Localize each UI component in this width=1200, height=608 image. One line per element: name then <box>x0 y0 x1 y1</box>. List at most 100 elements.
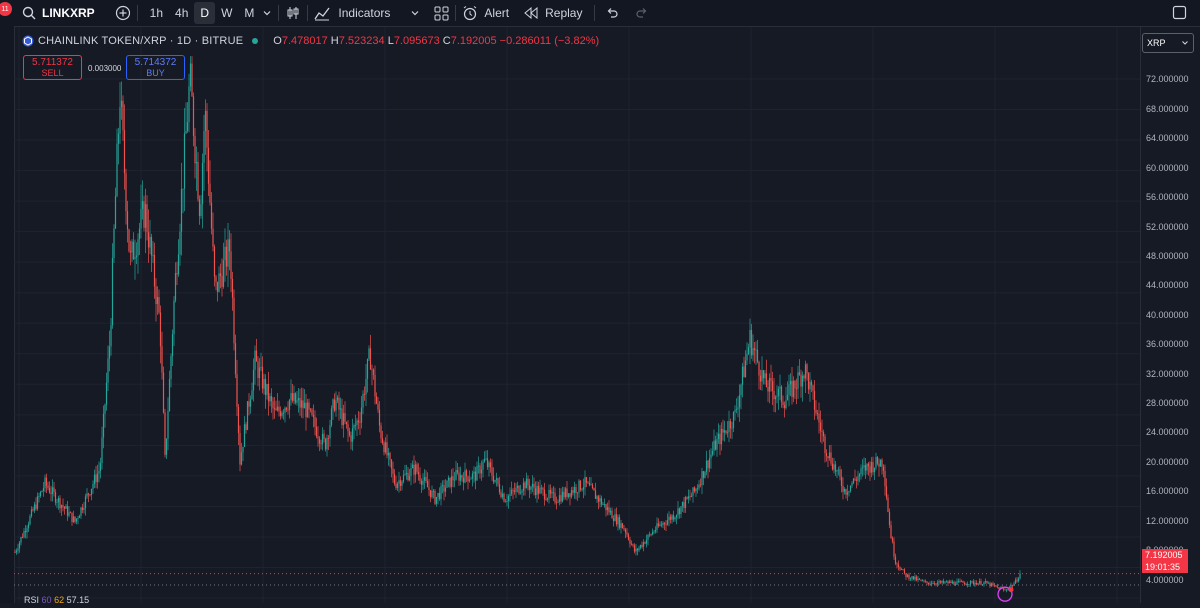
candle-body <box>440 486 442 500</box>
layouts-grid-icon[interactable] <box>434 6 449 21</box>
candle-body <box>113 228 115 258</box>
candle-body <box>108 346 111 359</box>
candle-body <box>99 463 102 471</box>
buy-button[interactable]: 5.714372 BUY <box>126 55 185 80</box>
interval-w-button[interactable]: W <box>215 2 238 24</box>
candle-body <box>917 578 919 581</box>
candle-body <box>443 485 445 492</box>
candle-body <box>140 208 142 229</box>
chart-area[interactable] <box>14 27 1140 603</box>
price-chart[interactable] <box>14 27 1140 603</box>
currency-select[interactable]: XRP <box>1142 33 1194 53</box>
candles-icon[interactable] <box>285 5 301 21</box>
interval-m-button[interactable]: M <box>238 2 260 24</box>
candle-body <box>620 523 622 528</box>
buy-price: 5.714372 <box>134 57 177 68</box>
candle-body <box>866 463 868 471</box>
candle-body <box>980 581 982 585</box>
candle-body <box>858 474 861 477</box>
candle-body <box>1005 589 1008 591</box>
candle-body <box>452 476 454 481</box>
candle-body <box>467 476 469 482</box>
candle-body <box>360 407 363 423</box>
candle-body <box>803 375 805 379</box>
candle-body <box>161 346 163 373</box>
indicators-button[interactable]: Indicators <box>332 2 396 24</box>
candle-body <box>641 545 643 547</box>
candle-body <box>35 504 37 509</box>
candle-body <box>783 404 786 409</box>
price-tick: 44.000000 <box>1146 280 1189 290</box>
redo-icon[interactable] <box>635 6 649 20</box>
candle-body <box>648 534 651 536</box>
candle-body <box>731 427 733 429</box>
replay-icon[interactable] <box>523 5 539 21</box>
candle-body <box>732 411 735 428</box>
candle-body <box>893 541 895 557</box>
candle-body <box>78 515 81 519</box>
rsi-legend: RSI 60 62 57.15 <box>24 595 89 605</box>
candle-body <box>626 532 628 535</box>
candle-body <box>86 493 88 497</box>
price-tick: 40.000000 <box>1146 310 1189 320</box>
replay-button[interactable]: Replay <box>539 2 588 24</box>
candle-body <box>32 509 34 511</box>
candle-body <box>684 497 687 509</box>
symbol-search-button[interactable]: LINKXRP <box>36 2 101 24</box>
alert-clock-icon[interactable] <box>462 5 478 21</box>
search-icon[interactable] <box>22 6 36 20</box>
candle-body <box>959 580 961 582</box>
notification-area[interactable]: 11 <box>0 2 16 24</box>
candle-body <box>332 399 334 409</box>
candle-body <box>761 370 763 382</box>
alert-button[interactable]: Alert <box>478 2 515 24</box>
candle-body <box>164 412 166 455</box>
candle-body <box>147 232 150 248</box>
candle-body <box>192 96 195 136</box>
candle-body <box>66 506 69 516</box>
undo-icon[interactable] <box>605 6 619 20</box>
candle-body <box>263 378 265 389</box>
candle-body <box>545 499 547 501</box>
candle-body <box>870 461 873 473</box>
candle-body <box>365 378 367 395</box>
candle-body <box>111 257 114 326</box>
notification-badge[interactable]: 11 <box>0 2 12 16</box>
candle-body <box>665 524 667 525</box>
candle-body <box>149 236 151 248</box>
interval-1h-button[interactable]: 1h <box>144 2 169 24</box>
candle-body <box>929 583 931 585</box>
candle-body <box>168 379 171 411</box>
candle-body <box>848 491 850 493</box>
candle-body <box>824 436 826 453</box>
fullscreen-icon[interactable] <box>1172 5 1187 20</box>
candle-body <box>479 465 481 474</box>
candle-body <box>936 582 939 585</box>
candle-body <box>183 133 186 189</box>
chevron-down-icon[interactable] <box>262 8 272 18</box>
candle-body <box>101 437 103 464</box>
candle-body <box>128 229 130 252</box>
chevron-down-icon[interactable] <box>410 8 420 18</box>
compare-add-icon[interactable] <box>115 5 131 21</box>
high-key: H <box>330 35 339 47</box>
candle-body <box>704 471 706 478</box>
candle-body <box>552 492 555 494</box>
indicators-icon[interactable] <box>314 5 330 21</box>
candle-body <box>47 485 49 488</box>
sell-button[interactable]: 5.711372 SELL <box>23 55 82 80</box>
event-dot <box>1008 587 1014 593</box>
candle-body <box>627 534 630 540</box>
candle-body <box>509 493 511 496</box>
candle-body <box>171 334 174 357</box>
candle-body <box>1010 585 1012 588</box>
candle-body <box>131 241 133 253</box>
candle-body <box>197 161 199 200</box>
interval-4h-button[interactable]: 4h <box>169 2 194 24</box>
candle-body <box>497 478 499 485</box>
countdown-value: 19:01:35 <box>1145 562 1181 572</box>
interval-d-button[interactable]: D <box>194 2 216 24</box>
candle-body <box>582 487 585 490</box>
left-drawing-rail[interactable] <box>0 26 15 603</box>
candle-body <box>971 580 973 582</box>
